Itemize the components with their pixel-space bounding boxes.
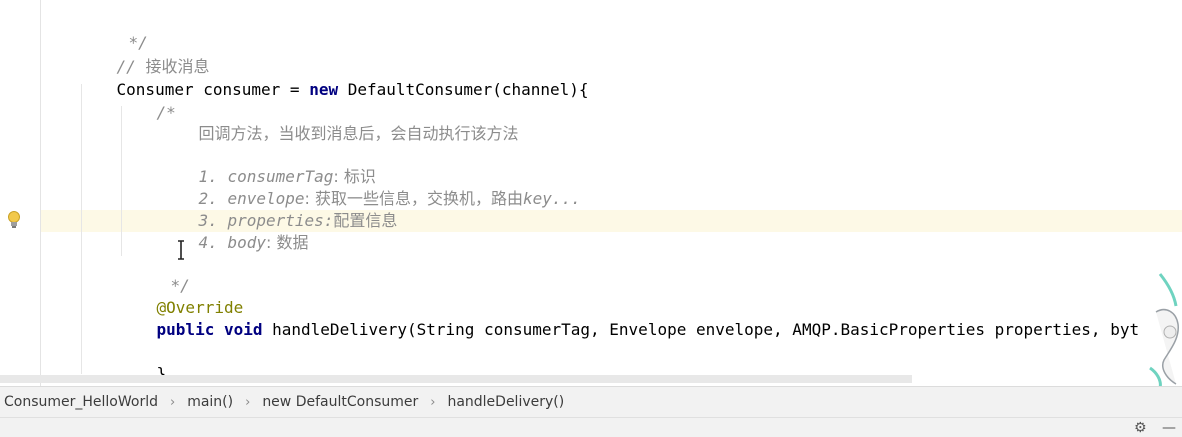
code-line: Consumer consumer = new DefaultConsumer(…	[78, 57, 589, 99]
chevron-right-icon: ›	[245, 394, 251, 410]
lightbulb-icon[interactable]	[6, 210, 22, 230]
breadcrumb-item-class[interactable]: Consumer_HelloWorld	[0, 394, 162, 410]
code-line: 4. body: 数据	[160, 210, 309, 252]
code-line: // 接收消息	[78, 34, 210, 76]
param-sep: :	[265, 233, 277, 252]
code-line: @Override	[118, 275, 244, 317]
param-desc-tail: key...	[523, 189, 581, 208]
code-line: */	[90, 10, 148, 52]
public-keyword: public	[156, 320, 215, 339]
code-line: public void handleDelivery(String consum…	[118, 297, 1140, 339]
comment-description: 回调方法，当收到消息后，会自动执行该方法	[198, 124, 519, 143]
code-editor[interactable]: */ // 接收消息 Consumer consumer = new Defau…	[0, 0, 1182, 405]
code-line: /*	[118, 80, 176, 122]
param-name: body	[227, 233, 266, 252]
new-keyword: new	[309, 80, 339, 99]
chevron-right-icon: ›	[430, 394, 436, 410]
editor-gutter[interactable]	[0, 0, 41, 386]
param-desc: 配置信息	[333, 211, 398, 230]
chevron-right-icon: ›	[170, 394, 176, 410]
breadcrumb-item-consumer[interactable]: new DefaultConsumer	[258, 394, 422, 410]
gear-icon[interactable]: ⚙	[1134, 420, 1147, 436]
breadcrumb-item-method[interactable]: handleDelivery()	[443, 394, 568, 410]
param-desc: 数据	[276, 233, 309, 252]
code-line: 1. consumerTag: 标识	[160, 144, 376, 186]
code-line: }	[118, 341, 167, 383]
code-line: 回调方法，当收到消息后，会自动执行该方法	[160, 101, 519, 143]
status-bar: ⚙ —	[0, 417, 1182, 437]
code-line: 3. properties:配置信息	[160, 188, 398, 230]
code-line: 2. envelope: 获取一些信息，交换机，路由key...	[160, 166, 581, 208]
param-sep: :	[323, 211, 334, 230]
list-number: 4.	[198, 233, 228, 252]
code-line: */	[132, 253, 190, 295]
mascot-decoration-icon	[1149, 273, 1179, 389]
indent-guide	[81, 84, 82, 374]
minus-icon[interactable]: —	[1162, 420, 1176, 436]
horizontal-scrollbar[interactable]	[0, 375, 912, 383]
void-keyword: void	[223, 320, 263, 339]
breadcrumb: Consumer_HelloWorld › main() › new Defau…	[0, 386, 1182, 417]
handle-delivery-signature: handleDelivery(String consumerTag, Envel…	[262, 320, 1140, 339]
breadcrumb-item-main[interactable]: main()	[183, 394, 237, 410]
default-consumer-ctor: DefaultConsumer(channel){	[338, 80, 589, 99]
